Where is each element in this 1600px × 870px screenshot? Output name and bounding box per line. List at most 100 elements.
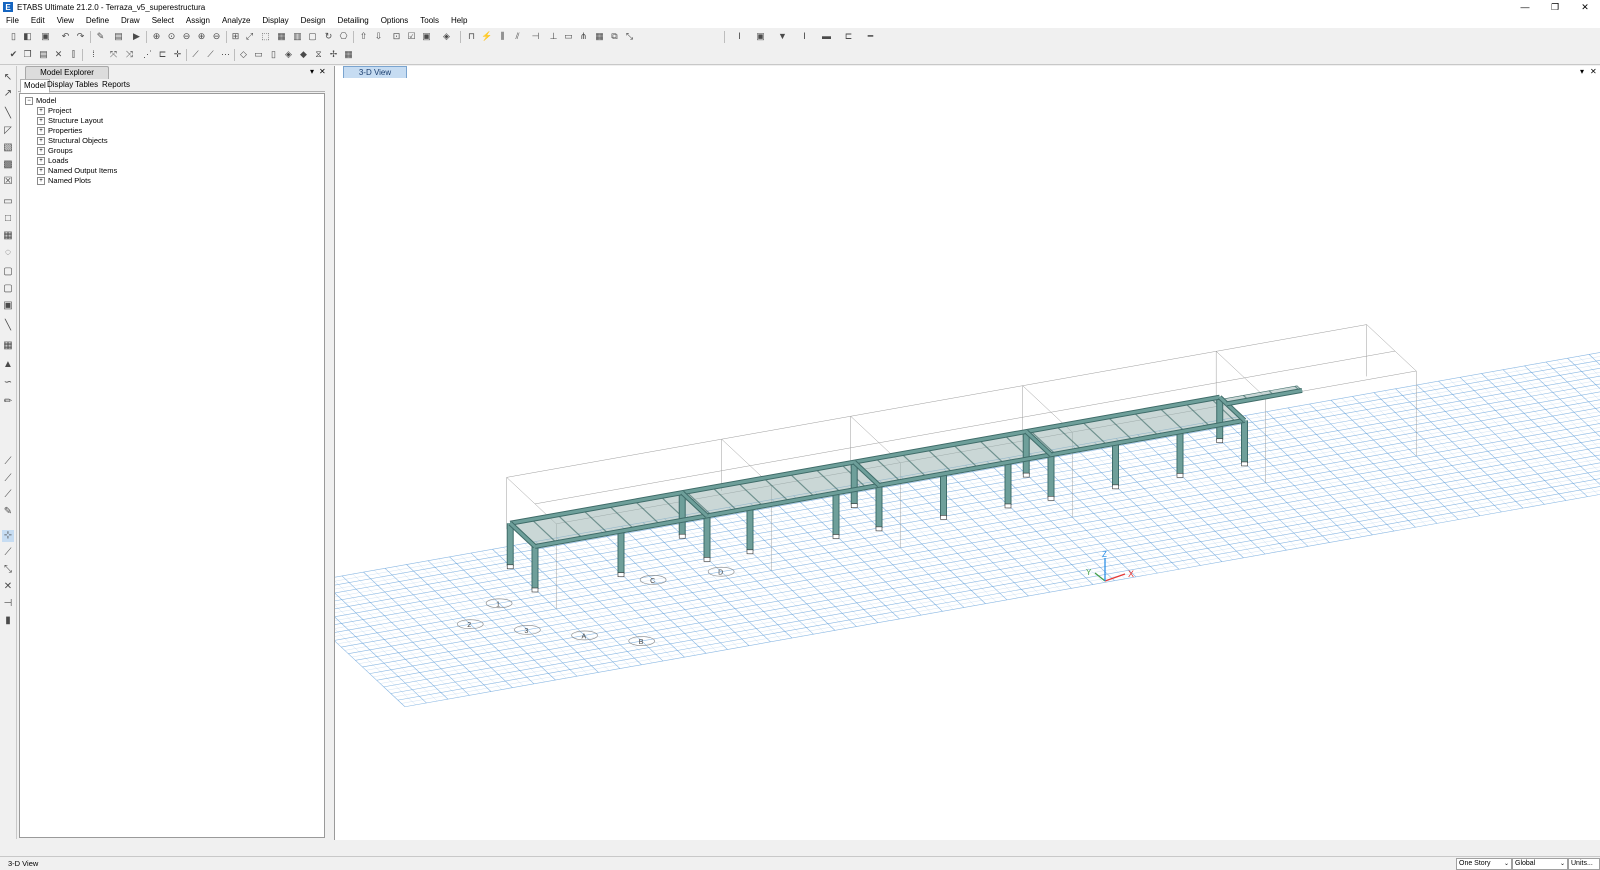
menu-tools[interactable]: Tools	[414, 14, 445, 28]
reshape-icon[interactable]: ↗	[2, 88, 14, 100]
object-shrink-icon[interactable]: ⊡	[391, 31, 402, 42]
draw-wall-tool-icon[interactable]: ▢	[2, 266, 14, 278]
section-designer-icon[interactable]: Ⅰ	[799, 31, 810, 42]
show-plot-icon[interactable]: ⧉	[609, 31, 620, 42]
draw-joint-icon[interactable]: ⋯	[220, 49, 231, 60]
restore-button[interactable]: ❐	[1540, 0, 1570, 14]
expand-icon[interactable]: +	[37, 157, 45, 165]
menu-view[interactable]: View	[51, 14, 80, 28]
draw-line-icon[interactable]: ⟋	[190, 49, 201, 60]
expand-icon[interactable]: +	[37, 127, 45, 135]
show-reactions-icon[interactable]: ▦	[594, 31, 605, 42]
pan-icon[interactable]: ⊞	[230, 31, 241, 42]
extrusion-icon[interactable]: ▣	[421, 31, 432, 42]
view-close-icon[interactable]: ✕	[1590, 66, 1597, 77]
tree-item-structural-objects[interactable]: +Structural Objects	[37, 136, 108, 145]
draw-tendon-icon[interactable]: ✢	[328, 49, 339, 60]
snap-to-intersect-icon[interactable]: ✕	[2, 581, 14, 593]
show-stress-icon[interactable]: ⫽	[512, 31, 523, 42]
menu-define[interactable]: Define	[80, 14, 115, 28]
draw-slab-icon[interactable]: ◈	[283, 49, 294, 60]
filter-icon[interactable]: ▼	[777, 31, 788, 42]
tab-tables[interactable]: Tables	[72, 79, 101, 91]
snap-intersection-icon[interactable]: ⤨	[124, 49, 135, 60]
snap-icon[interactable]: ⤧	[108, 49, 119, 60]
draw-null-icon[interactable]: ◌	[2, 247, 14, 259]
replicate-icon[interactable]: ⫿	[68, 49, 79, 60]
3d-view-icon[interactable]: ⬚	[260, 31, 271, 42]
explorer-pin-icon[interactable]: ▾	[310, 66, 314, 78]
draw-area-icon[interactable]: ◇	[238, 49, 249, 60]
snap-perpendicular-icon[interactable]: ⊏	[157, 49, 168, 60]
show-tables-icon[interactable]: ⊥	[548, 31, 559, 42]
show-undeformed-icon[interactable]: ⊓	[466, 31, 477, 42]
copy-icon[interactable]: ❐	[22, 49, 33, 60]
coordinate-system-selector[interactable]: Global⌄	[1512, 858, 1568, 870]
menu-display[interactable]: Display	[256, 14, 294, 28]
units-button[interactable]: Units...	[1568, 858, 1600, 870]
custom-view-icon[interactable]: ▢	[307, 31, 318, 42]
quick-draw-area-icon[interactable]: ▦	[2, 230, 14, 242]
select-previous-icon[interactable]: ⟋	[2, 473, 14, 485]
snap-extension-icon[interactable]: ▮	[2, 615, 14, 627]
quick-frame-icon[interactable]: ▧	[2, 142, 14, 154]
tree-item-groups[interactable]: +Groups	[37, 146, 73, 155]
show-virtual-work-icon[interactable]: ▭	[563, 31, 574, 42]
view-pin-icon[interactable]: ▾	[1580, 66, 1584, 77]
menu-options[interactable]: Options	[375, 14, 415, 28]
redo-icon[interactable]: ↷	[75, 31, 86, 42]
draw-tendon-tool-icon[interactable]: ∽	[2, 377, 14, 389]
open-model-icon[interactable]: ◧	[22, 31, 33, 42]
draw-stair-icon[interactable]: ⧖	[313, 49, 324, 60]
menu-help[interactable]: Help	[445, 14, 473, 28]
tree-item-structure-layout[interactable]: +Structure Layout	[37, 116, 103, 125]
show-response-icon[interactable]: ⤡	[624, 31, 635, 42]
text-tool-icon[interactable]: I	[734, 31, 745, 42]
draw-joint-tool-icon[interactable]: ╲	[2, 108, 14, 120]
show-cables-icon[interactable]: ⋔	[578, 31, 589, 42]
expand-icon[interactable]: +	[37, 137, 45, 145]
refresh-window-icon[interactable]: ✎	[95, 31, 106, 42]
expand-icon[interactable]: +	[37, 117, 45, 125]
snap-point-icon[interactable]: ✛	[172, 49, 183, 60]
draw-opening-icon[interactable]: ▭	[253, 49, 264, 60]
zoom-out-icon[interactable]: ⊖	[211, 31, 222, 42]
tree-item-loads[interactable]: +Loads	[37, 156, 68, 165]
draw-floor-icon[interactable]: ▭	[2, 196, 14, 208]
draw-ramp-icon[interactable]: ◆	[298, 49, 309, 60]
tab-3d-view[interactable]: 3-D View	[343, 66, 407, 78]
show-deformed-icon[interactable]: ⊣	[530, 31, 541, 42]
3d-model-canvas[interactable]: 123ABCD X Y Z	[335, 78, 1600, 840]
rubber-band-icon[interactable]: ⤢	[244, 31, 255, 42]
zoom-in-icon[interactable]: ⊕	[196, 31, 207, 42]
draw-brace-icon[interactable]: ⟋	[205, 49, 216, 60]
frame-design-icon[interactable]: ▣	[755, 31, 766, 42]
tree-root-model[interactable]: −Model	[25, 96, 56, 105]
tree-item-named-plots[interactable]: +Named Plots	[37, 176, 91, 185]
select-intersecting-icon[interactable]: ✎	[2, 506, 14, 518]
draw-wall-icon[interactable]: ▯	[268, 49, 279, 60]
collapse-icon[interactable]: −	[25, 97, 33, 105]
close-window-button[interactable]: ✕	[1570, 0, 1600, 14]
story-selector[interactable]: One Story⌄	[1456, 858, 1512, 870]
draw-rect-area-icon[interactable]: □	[2, 213, 14, 225]
menu-select[interactable]: Select	[146, 14, 180, 28]
paste-icon[interactable]: ▤	[38, 49, 49, 60]
draw-grid-icon[interactable]: ▦	[2, 340, 14, 352]
model-explorer-tab[interactable]: Model Explorer	[25, 66, 109, 79]
quick-wall-icon[interactable]: ▢	[2, 283, 14, 295]
delete-icon[interactable]: ✕	[53, 49, 64, 60]
menu-draw[interactable]: Draw	[115, 14, 146, 28]
select-pointer-icon[interactable]: ↖	[2, 72, 14, 84]
explorer-close-icon[interactable]: ✕	[319, 66, 326, 78]
lock-model-icon[interactable]: ▤	[113, 31, 124, 42]
draw-dimension-tool-icon[interactable]: ✏	[2, 396, 14, 408]
tree-item-project[interactable]: +Project	[37, 106, 71, 115]
plan-view-icon[interactable]: ▦	[276, 31, 287, 42]
rotate-view-icon[interactable]: ↻	[323, 31, 334, 42]
elevation-view-icon[interactable]: ▥	[292, 31, 303, 42]
minimize-button[interactable]: —	[1510, 0, 1540, 14]
draw-frame-tool-icon[interactable]: ◸	[2, 125, 14, 137]
expand-icon[interactable]: +	[37, 107, 45, 115]
expand-icon[interactable]: +	[37, 167, 45, 175]
